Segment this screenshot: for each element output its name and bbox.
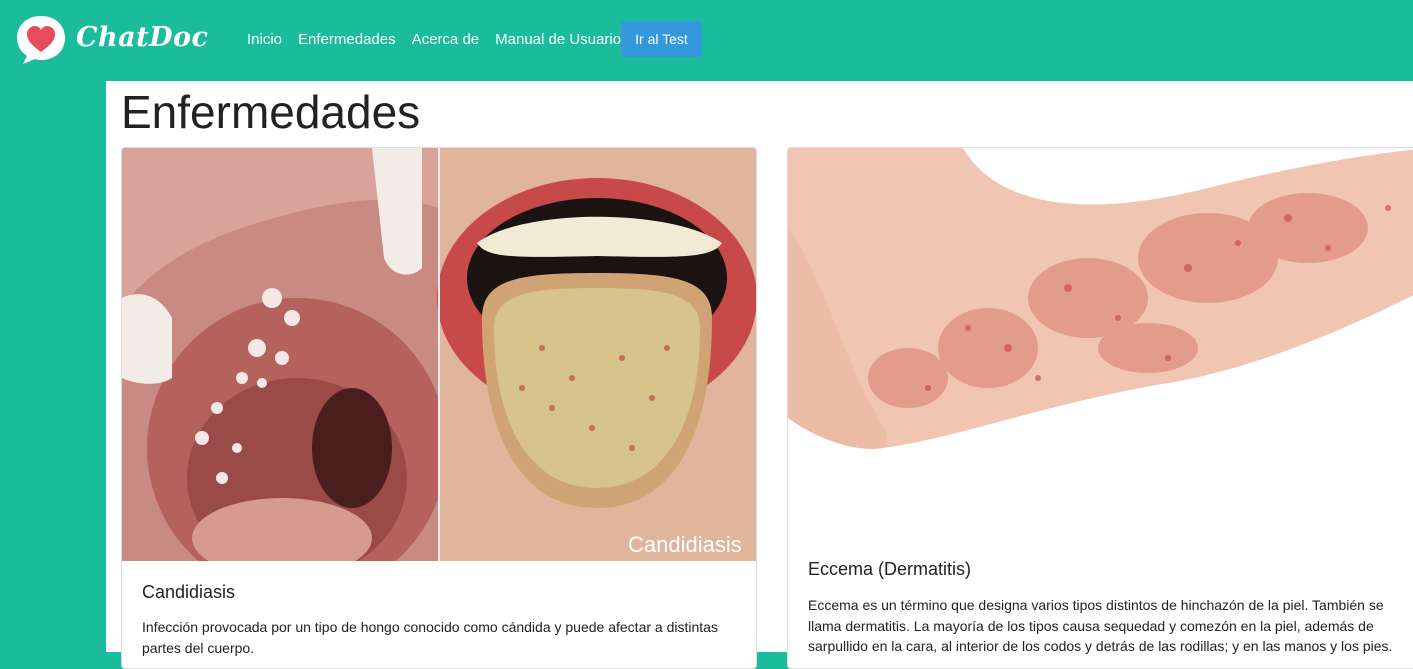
nav-link-manual-de-usuario[interactable]: Manual de Usuario <box>495 31 621 48</box>
nav-link-inicio[interactable]: Inicio <box>247 31 282 48</box>
navbar: ChatDoc Inicio Enfermedades Acerca de Ma… <box>0 0 1413 81</box>
card-text: Eccema es un término que designa varios … <box>808 597 1393 654</box>
candidiasis-image-caption: Candidiasis <box>628 532 742 557</box>
page-title: Enfermedades <box>121 86 421 138</box>
nav-link-acerca-de[interactable]: Acerca de <box>412 31 480 48</box>
eccema-image <box>788 148 1413 538</box>
heart-chat-bubble-icon[interactable] <box>15 14 67 66</box>
nav-links: Inicio Enfermedades Acerca de Manual de … <box>247 31 621 48</box>
disease-card-candidiasis[interactable]: Candidiasis Candidiasis Infección provoc… <box>121 147 757 669</box>
card-title: Candidiasis <box>142 582 236 602</box>
disease-card-eccema[interactable]: Eccema (Dermatitis) Eccema es un término… <box>787 147 1413 669</box>
nav-link-enfermedades[interactable]: Enfermedades <box>298 31 396 48</box>
main-content: Enfermedades Candidiasis Candidiasis Inf… <box>106 81 1413 669</box>
brand-name[interactable]: ChatDoc <box>76 22 208 53</box>
card-title: Eccema (Dermatitis) <box>808 559 972 579</box>
candidiasis-image: Candidiasis <box>122 148 756 561</box>
go-to-test-button[interactable]: Ir al Test <box>621 21 702 57</box>
